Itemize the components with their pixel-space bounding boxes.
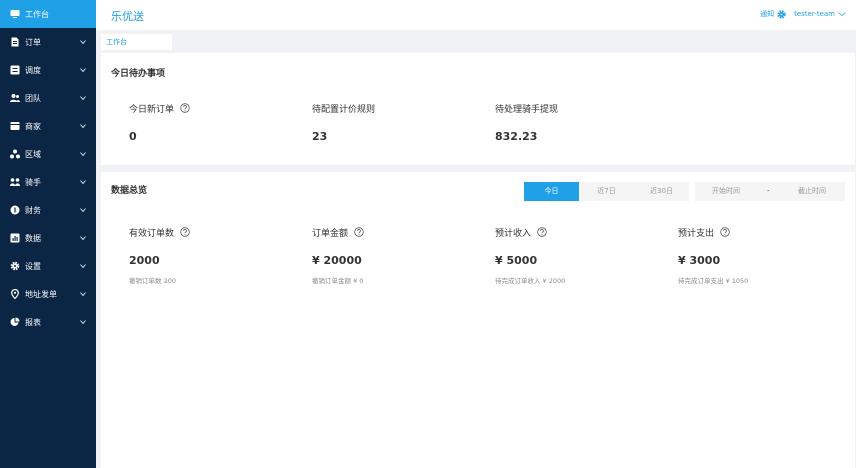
sidebar-item-label: 设置 (25, 261, 41, 271)
document-icon (10, 37, 20, 47)
stat-expected-expense: 预计支出 ¥ 3000 待完成订单支出 ¥ 1050 (678, 226, 748, 285)
chevron-down-icon (80, 96, 86, 101)
stat-pricing-rules: 待配置计价规则 23 (312, 102, 375, 144)
help-icon[interactable] (720, 227, 730, 237)
stat-expected-income: 预计收入 ¥ 5000 待完成订单收入 ¥ 2000 (495, 226, 565, 285)
gear-icon[interactable] (777, 9, 786, 19)
chevron-down-icon[interactable] (838, 11, 846, 17)
stat-value: ¥ 20000 (312, 254, 362, 267)
sidebar-item-label: 报表 (25, 317, 41, 327)
stat-value: ¥ 3000 (678, 254, 721, 267)
sidebar-item-reports[interactable]: 报表 (0, 308, 96, 336)
stat-value: 832.23 (495, 130, 538, 143)
finance-icon (10, 205, 20, 215)
stat-valid-orders: 有效订单数 2000 撤销订单数 200 (129, 226, 190, 285)
filter-7days-button[interactable]: 近7日 (579, 182, 634, 201)
sidebar-item-label: 团队 (25, 93, 41, 103)
sidebar-item-finance[interactable]: 财务 (0, 196, 96, 224)
chevron-down-icon (80, 68, 86, 73)
sidebar-item-label: 数据 (25, 233, 41, 243)
stat-label: 预计收入 (495, 228, 532, 239)
date-separator: - (767, 187, 770, 195)
stat-label: 订单金额 (312, 228, 349, 239)
stat-rider-withdrawals: 待处理骑手提现 832.23 (495, 102, 558, 144)
overview-title: 数据总览 (111, 186, 148, 196)
help-icon[interactable] (354, 227, 364, 237)
tab-workbench[interactable]: 工作台 (101, 34, 172, 50)
sidebar-item-team[interactable]: 团队 (0, 84, 96, 112)
chevron-down-icon (80, 124, 86, 129)
date-range-picker[interactable]: 开始时间 - 截止时间 (695, 182, 845, 201)
help-icon[interactable] (180, 103, 190, 113)
location-icon (10, 289, 20, 299)
todo-card: 今日待办事项 今日新订单 0 待配置计价规则 23 待处理骑手提现 832.23 (101, 53, 855, 165)
stat-label: 今日新订单 (129, 104, 175, 115)
todo-title: 今日待办事项 (111, 69, 166, 79)
stat-label: 待处理骑手提现 (495, 104, 559, 115)
filter-today-button[interactable]: 今日 (524, 182, 579, 201)
rider-icon (10, 177, 20, 187)
tab-bar: 工作台 (96, 30, 856, 50)
sidebar-item-label: 商家 (25, 121, 41, 131)
overview-card: 数据总览 今日 近7日 近30日 开始时间 - 截止时间 有效订单数 2000 … (101, 172, 855, 468)
chevron-down-icon (80, 320, 86, 325)
chevron-down-icon (80, 180, 86, 185)
sidebar-item-merchants[interactable]: 商家 (0, 112, 96, 140)
stat-subtext: 撤销订单数 200 (129, 277, 176, 285)
chevron-down-icon (80, 40, 86, 45)
stat-subtext: 待完成订单支出 ¥ 1050 (678, 277, 749, 285)
stat-order-amount: 订单金额 ¥ 20000 撤销订单金额 ¥ 0 (312, 226, 364, 285)
sidebar-item-workbench[interactable]: 工作台 (0, 0, 96, 28)
date-end-input[interactable]: 截止时间 (798, 182, 826, 201)
sidebar-item-label: 工作台 (25, 9, 49, 19)
sidebar-item-label: 区域 (25, 149, 41, 159)
stat-value: 23 (312, 130, 328, 143)
stat-label: 有效订单数 (129, 228, 175, 239)
chevron-down-icon (80, 236, 86, 241)
sidebar-item-address-order[interactable]: 地址发单 (0, 280, 96, 308)
chevron-down-icon (80, 264, 86, 269)
help-icon[interactable] (180, 227, 190, 237)
team-icon (10, 93, 20, 103)
chevron-down-icon (80, 152, 86, 157)
filter-30days-button[interactable]: 近30日 (634, 182, 689, 201)
stat-new-orders: 今日新订单 0 (129, 102, 190, 144)
pie-chart-icon (10, 317, 20, 327)
sidebar-item-label: 财务 (25, 205, 41, 215)
sidebar-item-label: 地址发单 (25, 289, 57, 299)
stat-value: 2000 (129, 254, 160, 267)
sidebar-item-dispatch[interactable]: 调度 (0, 56, 96, 84)
sidebar-item-label: 订单 (25, 37, 41, 47)
header-actions: 通知 tester-team (760, 9, 846, 19)
brand-title: 乐优送 (111, 10, 144, 23)
stat-label: 待配置计价规则 (312, 104, 376, 115)
sidebar-item-region[interactable]: 区域 (0, 140, 96, 168)
user-menu[interactable]: tester-team (794, 10, 835, 18)
stat-subtext: 待完成订单收入 ¥ 2000 (495, 277, 566, 285)
date-start-input[interactable]: 开始时间 (712, 182, 740, 201)
stat-subtext: 撤销订单金额 ¥ 0 (312, 277, 364, 285)
sidebar-item-label: 调度 (25, 65, 41, 75)
data-icon (10, 233, 20, 243)
sidebar-item-riders[interactable]: 骑手 (0, 168, 96, 196)
stat-value: ¥ 5000 (495, 254, 538, 267)
chevron-down-icon (80, 292, 86, 297)
help-icon[interactable] (537, 227, 547, 237)
store-icon (10, 121, 20, 131)
region-icon (10, 149, 20, 159)
gear-icon (10, 261, 20, 271)
sidebar-item-label: 骑手 (25, 177, 41, 187)
notify-link[interactable]: 通知 (760, 9, 774, 19)
top-header: 乐优送 通知 tester-team (96, 0, 856, 30)
chevron-down-icon (80, 208, 86, 213)
sidebar-item-settings[interactable]: 设置 (0, 252, 96, 280)
stat-label: 预计支出 (678, 228, 715, 239)
sidebar-item-orders[interactable]: 订单 (0, 28, 96, 56)
sidebar-item-data[interactable]: 数据 (0, 224, 96, 252)
sidebar: 工作台 订单 调度 团队 商家 区域 骑手 财务 数据 设置 地址发单 报表 (0, 0, 96, 468)
list-icon (10, 65, 20, 75)
monitor-icon (10, 9, 20, 19)
stat-value: 0 (129, 130, 137, 143)
